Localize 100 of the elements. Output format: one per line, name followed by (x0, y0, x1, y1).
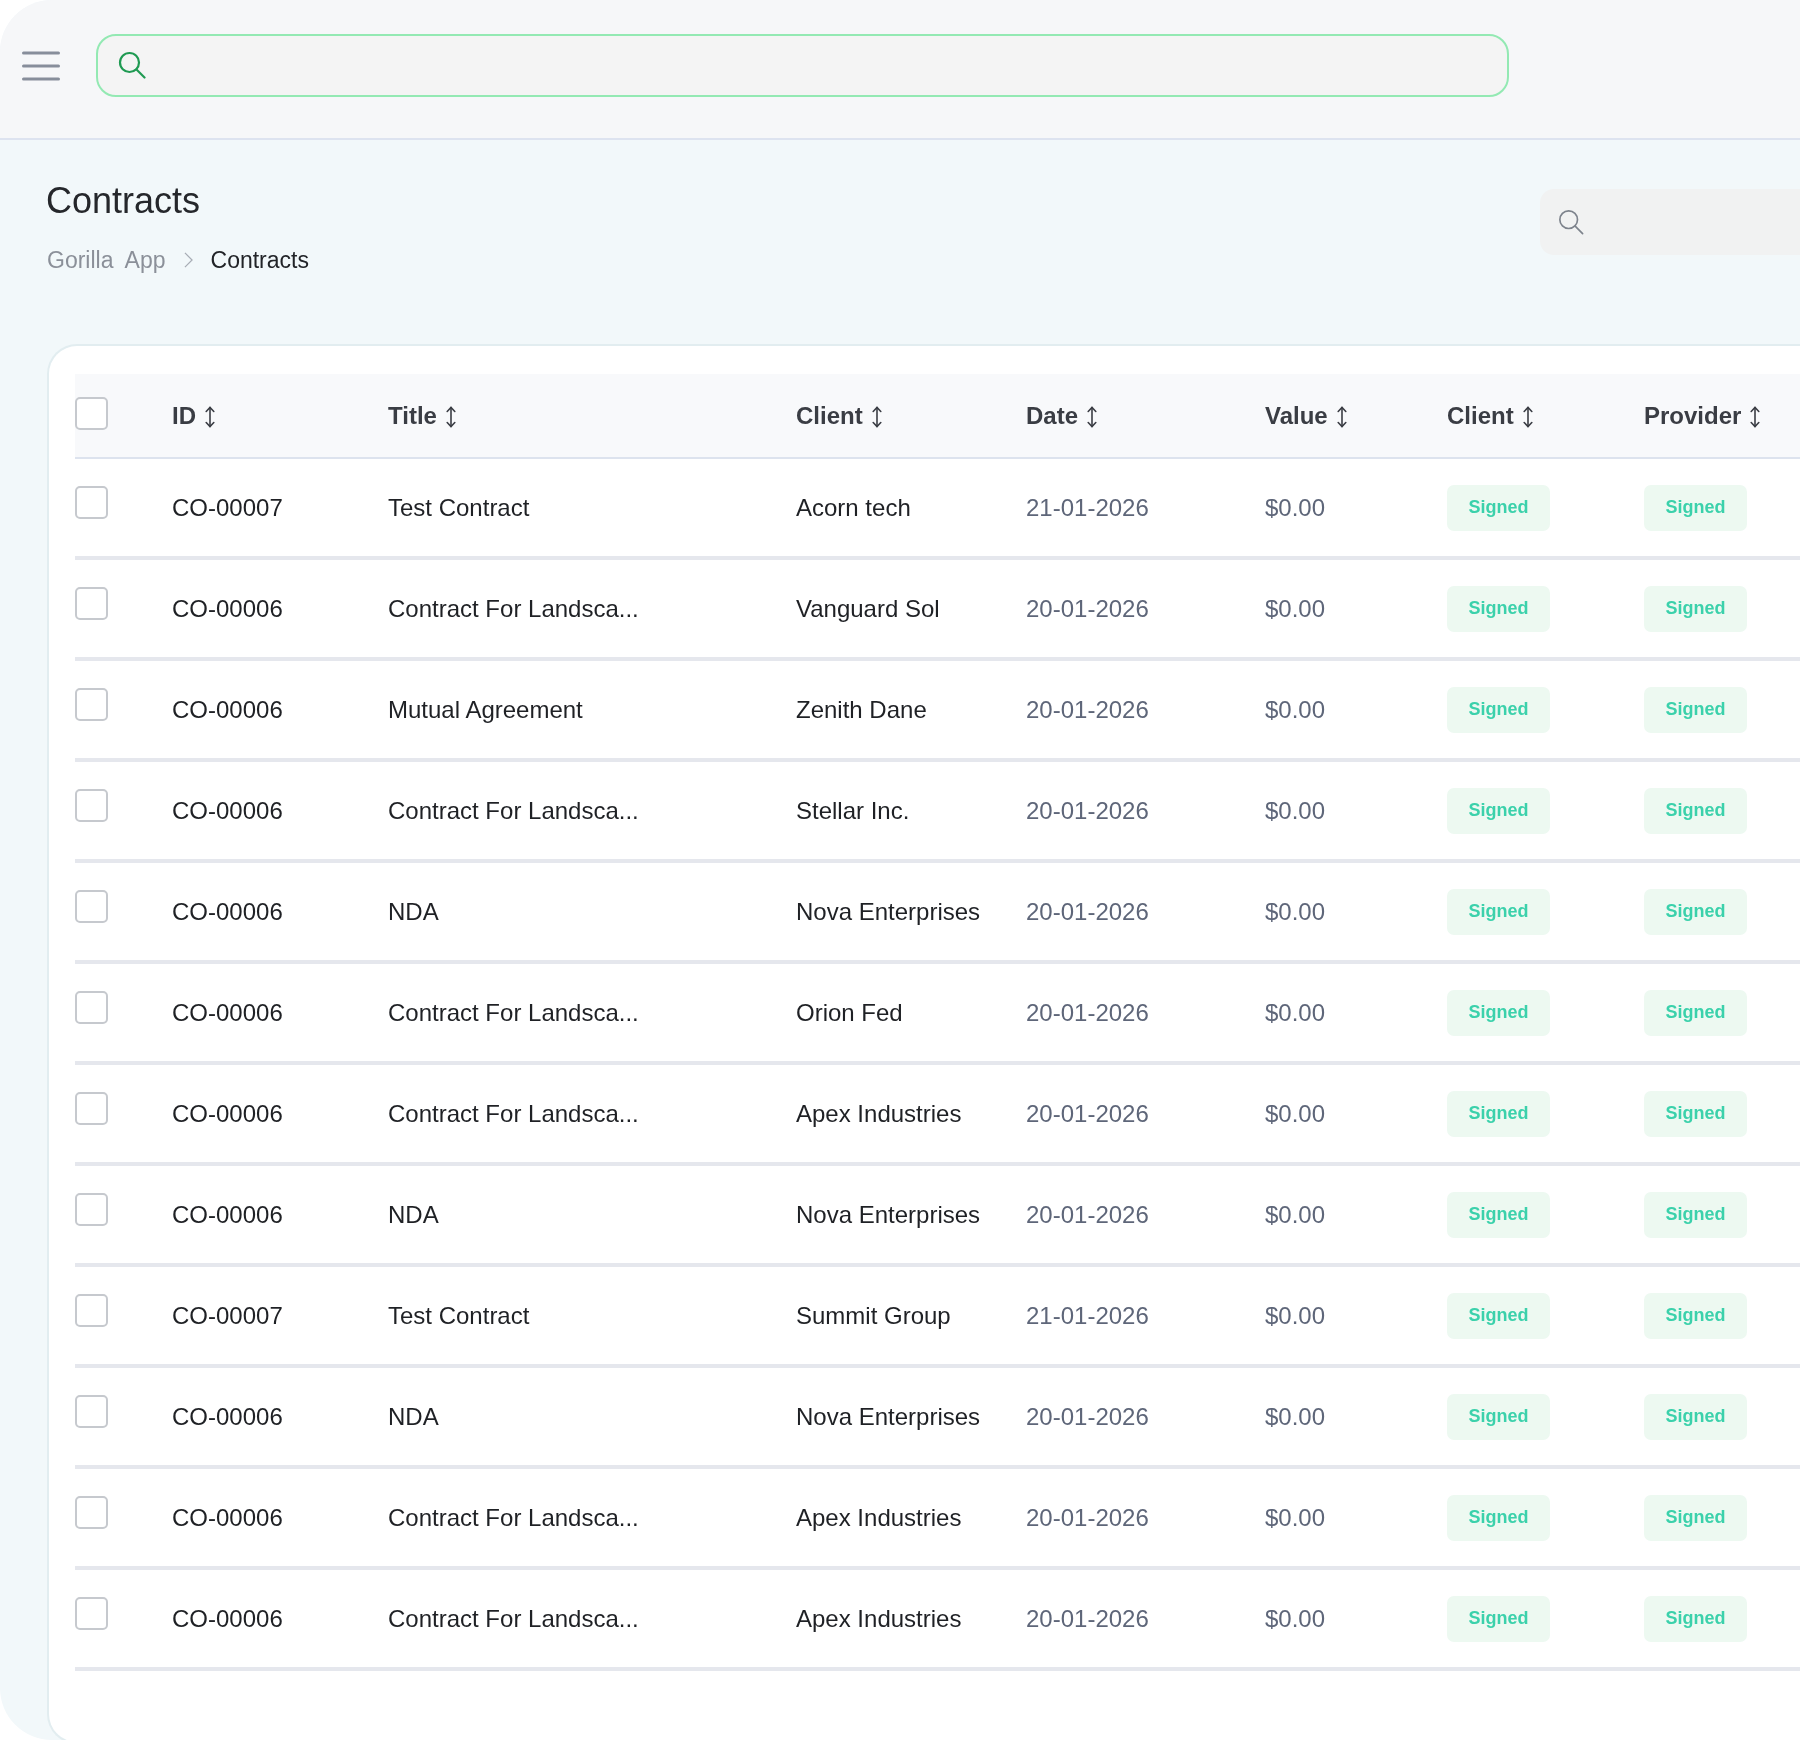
table-cell: $0.00 (1265, 1603, 1326, 1634)
table-cell: Contract For Landsca... (388, 997, 639, 1028)
table-cell: $0.00 (1265, 492, 1326, 523)
table-cell: 20-01-2026 (1026, 1098, 1149, 1129)
table-cell: Vanguard Sol (796, 593, 940, 624)
search-icon (118, 51, 146, 79)
table-cell: Apex Industries (796, 1603, 962, 1634)
table-cell: 20-01-2026 (1026, 997, 1149, 1028)
table-cell: CO-00006 (172, 1502, 283, 1533)
table-cell: CO-00006 (172, 694, 283, 725)
row-checkbox[interactable] (75, 1294, 108, 1327)
row-checkbox[interactable] (75, 890, 108, 923)
row-checkbox[interactable] (75, 1496, 108, 1529)
table-cell: $0.00 (1265, 694, 1326, 725)
column-header[interactable]: Date (1026, 401, 1098, 430)
row-checkbox[interactable] (75, 991, 108, 1024)
row-checkbox[interactable] (75, 587, 108, 620)
table-cell: Nova Enterprises (796, 1199, 981, 1230)
status-badge: Signed (1447, 1292, 1550, 1339)
status-badge: Signed (1644, 1595, 1747, 1642)
table-cell: Acorn tech (796, 492, 911, 523)
status-badge: Signed (1447, 585, 1550, 632)
table-cell: Contract For Landsca... (388, 1603, 639, 1634)
status-badge: Signed (1644, 1090, 1747, 1137)
table-cell: $0.00 (1265, 795, 1326, 826)
table-cell: NDA (388, 1401, 439, 1432)
table-cell: 20-01-2026 (1026, 593, 1149, 624)
row-checkbox[interactable] (75, 1092, 108, 1125)
breadcrumb-current: Contracts (210, 246, 309, 275)
page-title: Contracts (46, 179, 201, 223)
column-header[interactable]: Title (388, 401, 456, 430)
status-badge: Signed (1447, 1393, 1550, 1440)
status-badge: Signed (1644, 1494, 1747, 1541)
table-cell: $0.00 (1265, 1401, 1326, 1432)
column-header[interactable]: Client (796, 401, 882, 430)
table-cell: 20-01-2026 (1026, 1502, 1149, 1533)
table-cell: CO-00006 (172, 1603, 283, 1634)
table-cell: Stellar Inc. (796, 795, 910, 826)
table-cell: 21-01-2026 (1026, 1300, 1149, 1331)
table-cell: Nova Enterprises (796, 896, 981, 927)
status-badge: Signed (1447, 1191, 1550, 1238)
table-cell: $0.00 (1265, 1199, 1326, 1230)
table-cell: CO-00006 (172, 997, 283, 1028)
status-badge: Signed (1447, 1595, 1550, 1642)
table-cell: CO-00006 (172, 593, 283, 624)
table-cell: CO-00006 (172, 1401, 283, 1432)
row-checkbox[interactable] (75, 789, 108, 822)
row-checkbox[interactable] (75, 688, 108, 721)
status-badge: Signed (1644, 1292, 1747, 1339)
table-cell: CO-00007 (172, 492, 283, 523)
table-cell: Contract For Landsca... (388, 593, 639, 624)
table-cell: $0.00 (1265, 1502, 1326, 1533)
table-cell: 20-01-2026 (1026, 795, 1149, 826)
table-cell: CO-00006 (172, 795, 283, 826)
table-cell: 20-01-2026 (1026, 1603, 1149, 1634)
row-checkbox[interactable] (75, 1395, 108, 1428)
row-checkbox[interactable] (75, 486, 108, 519)
table-cell: Summit Group (796, 1300, 951, 1331)
status-badge: Signed (1644, 686, 1747, 733)
status-badge: Signed (1447, 1494, 1550, 1541)
table-cell: Test Contract (388, 492, 530, 523)
table-cell: $0.00 (1265, 896, 1326, 927)
table-cell: 20-01-2026 (1026, 1199, 1149, 1230)
table-cell: 20-01-2026 (1026, 896, 1149, 927)
status-badge: Signed (1644, 888, 1747, 935)
row-checkbox[interactable] (75, 1597, 108, 1630)
table-cell: $0.00 (1265, 997, 1326, 1028)
table-cell: 20-01-2026 (1026, 1401, 1149, 1432)
column-header[interactable]: Value (1265, 401, 1347, 430)
table-cell: NDA (388, 896, 439, 927)
table-cell: Apex Industries (796, 1502, 962, 1533)
column-header[interactable]: ID (172, 401, 215, 430)
status-badge: Signed (1644, 484, 1747, 531)
status-badge: Signed (1644, 1191, 1747, 1238)
table-cell: CO-00006 (172, 1199, 283, 1230)
status-badge: Signed (1644, 585, 1747, 632)
menu-icon[interactable] (22, 51, 60, 81)
row-checkbox[interactable] (75, 1193, 108, 1226)
search-field[interactable] (96, 33, 1509, 97)
status-badge: Signed (1644, 1393, 1747, 1440)
status-badge: Signed (1447, 686, 1550, 733)
table-cell: $0.00 (1265, 1300, 1326, 1331)
table-cell: Mutual Agreement (388, 694, 583, 725)
table-cell: CO-00006 (172, 1098, 283, 1129)
table-cell: Nova Enterprises (796, 1401, 981, 1432)
table-cell: Contract For Landsca... (388, 1502, 639, 1533)
select-all-checkbox[interactable] (75, 397, 108, 430)
table-cell: CO-00006 (172, 896, 283, 927)
table-cell: 21-01-2026 (1026, 492, 1149, 523)
status-badge: Signed (1644, 989, 1747, 1036)
table-cell: Apex Industries (796, 1098, 962, 1129)
search-field[interactable] (1540, 189, 1800, 255)
table-cell: Orion Fed (796, 997, 903, 1028)
column-header[interactable]: Client (1447, 401, 1533, 430)
table-cell: Test Contract (388, 1300, 530, 1331)
chevron-right-icon (183, 252, 193, 268)
status-badge: Signed (1447, 989, 1550, 1036)
status-badge: Signed (1644, 787, 1747, 834)
table-cell: 20-01-2026 (1026, 694, 1149, 725)
column-header[interactable]: Provider (1644, 401, 1761, 430)
